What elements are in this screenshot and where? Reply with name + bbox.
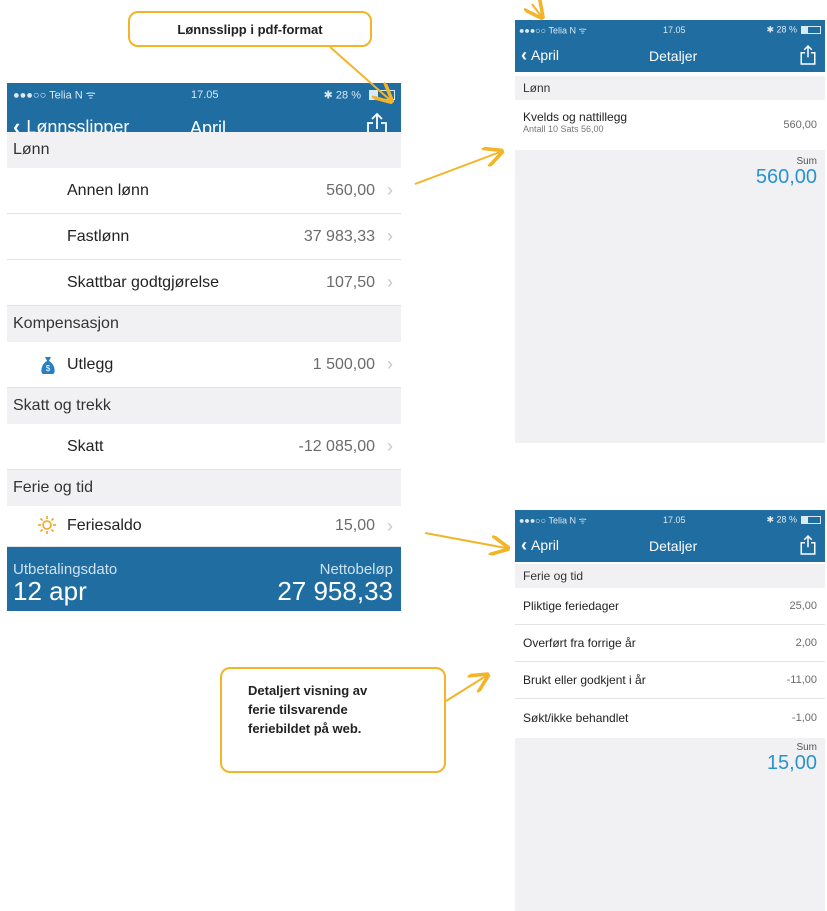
arrow-to-detail-lonn: [414, 152, 500, 185]
annotation-arrows: [329, 0, 827, 702]
arrow-to-share: [329, 46, 390, 100]
arrow-to-detail-ferie: [424, 532, 506, 548]
arrow-from-callout: [445, 676, 486, 702]
arrow-to-top: [532, 4, 541, 16]
